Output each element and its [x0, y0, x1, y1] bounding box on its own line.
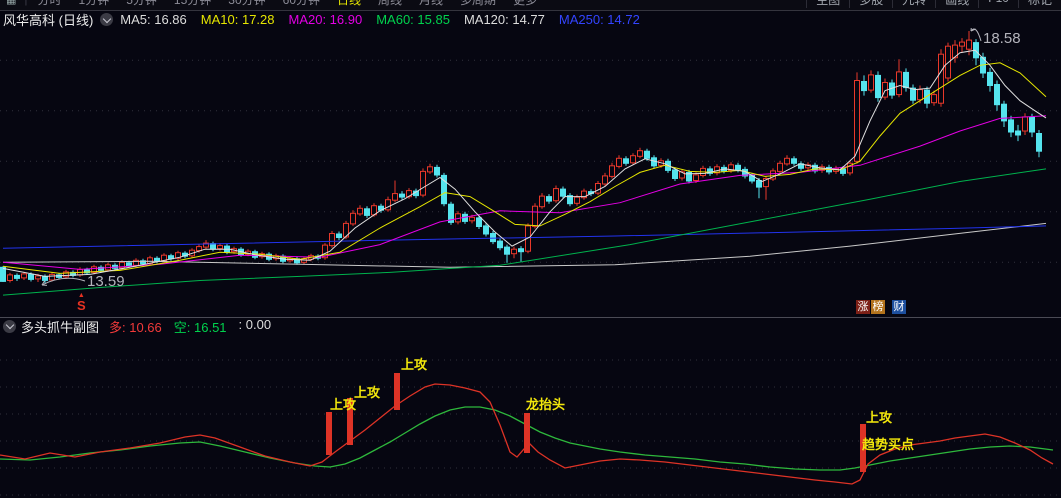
stock-title: 风华高科 (日线): [3, 13, 94, 28]
period-tab[interactable]: 日线: [337, 0, 361, 8]
event-badge[interactable]: 涨: [856, 300, 870, 314]
toolbar-button[interactable]: 画线: [935, 0, 978, 8]
signal-label: 上攻: [401, 357, 428, 372]
period-tab[interactable]: 60分钟: [283, 0, 320, 8]
annotation-arrow: [41, 277, 86, 286]
signal-label: 趋势买点: [862, 437, 915, 452]
ma-value: MA20: 16.90: [288, 12, 363, 27]
period-tab[interactable]: 更多: [513, 0, 537, 8]
period-tabs: 分时 1分钟 5分钟 15分钟 30分钟 60分钟 日线 周线 月线 多周期 更多: [38, 0, 538, 8]
period-tab[interactable]: 30分钟: [228, 0, 265, 8]
toolbar-button[interactable]: 标记: [1017, 0, 1061, 8]
toolbar-button[interactable]: 主图: [806, 0, 849, 8]
period-tab[interactable]: 周线: [378, 0, 402, 8]
ma-value: MA60: 15.85: [376, 12, 450, 27]
signal-label: 上攻: [330, 397, 357, 412]
signal-label: 上攻: [866, 410, 893, 425]
toolbar-button[interactable]: 多股: [849, 0, 892, 8]
toolbar-button[interactable]: F10: [978, 0, 1018, 8]
main-chart-header: 风华高科 (日线) MA5: 16.86 MA10: 17.28 MA20: 16.…: [0, 11, 1061, 28]
period-tab[interactable]: 多周期: [460, 0, 496, 8]
signal-label: 上攻: [354, 385, 381, 400]
signal-label: 龙抬头: [526, 397, 566, 412]
main-chart-area[interactable]: 18.58 13.59 ▲ S 涨榜财: [0, 28, 1061, 317]
ma-value: MA5: 16.86: [120, 12, 187, 27]
high-price-label: 18.58: [983, 30, 1021, 47]
toolbar: ▦ | 分时 1分钟 5分钟 15分钟 30分钟 60分钟 日线 周线 月线 多周期 更多 主图多股…: [0, 0, 1061, 11]
period-tab[interactable]: 分时: [38, 0, 62, 8]
toolbar-divider: |: [24, 0, 27, 6]
ma-legend: MA5: 16.86 MA10: 17.28 MA20: 16.90 MA60: 15…: [120, 12, 640, 27]
sell-signal-marker: ▲ S: [77, 292, 86, 313]
chevron-down-icon[interactable]: [100, 13, 114, 26]
ma-value: MA250: 14.72: [558, 12, 640, 27]
toolbar-button[interactable]: 九转: [892, 0, 935, 8]
ma-value: MA120: 14.77: [463, 12, 545, 27]
ma-line-MA60: [2, 168, 1047, 296]
ma-line-MA20: [2, 115, 1047, 270]
period-tab[interactable]: 1分钟: [79, 0, 110, 8]
chevron-down-icon[interactable]: [3, 319, 16, 333]
indicator-chart-area[interactable]: 上攻 上攻 上攻 龙抬头 上攻 趋势买点: [0, 333, 1061, 498]
low-price-label: 13.59: [87, 273, 125, 290]
main-candlestick-chart[interactable]: [0, 28, 1061, 317]
period-tab[interactable]: 5分钟: [126, 0, 157, 8]
indicator-line-chart[interactable]: [0, 333, 1061, 498]
ma-value: MA10: 17.28: [200, 12, 275, 27]
toolbar-buttons: 主图多股九转画线F10标记: [806, 0, 1061, 8]
ma-line-MA250: [2, 225, 1047, 249]
grid-icon[interactable]: ▦: [6, 0, 16, 6]
signal-bars: [326, 373, 866, 472]
period-tab[interactable]: 月线: [419, 0, 443, 8]
period-tab[interactable]: 15分钟: [174, 0, 211, 8]
event-badge[interactable]: 榜: [871, 300, 885, 314]
stock-app-window: { "colors":{ "bg":"#060611","grid":"#303…: [0, 0, 1061, 498]
indicator-header: 多头抓牛副图 多: 10.66 空: 16.51: 0.00: [0, 317, 1061, 335]
event-badge[interactable]: 财: [892, 300, 906, 314]
